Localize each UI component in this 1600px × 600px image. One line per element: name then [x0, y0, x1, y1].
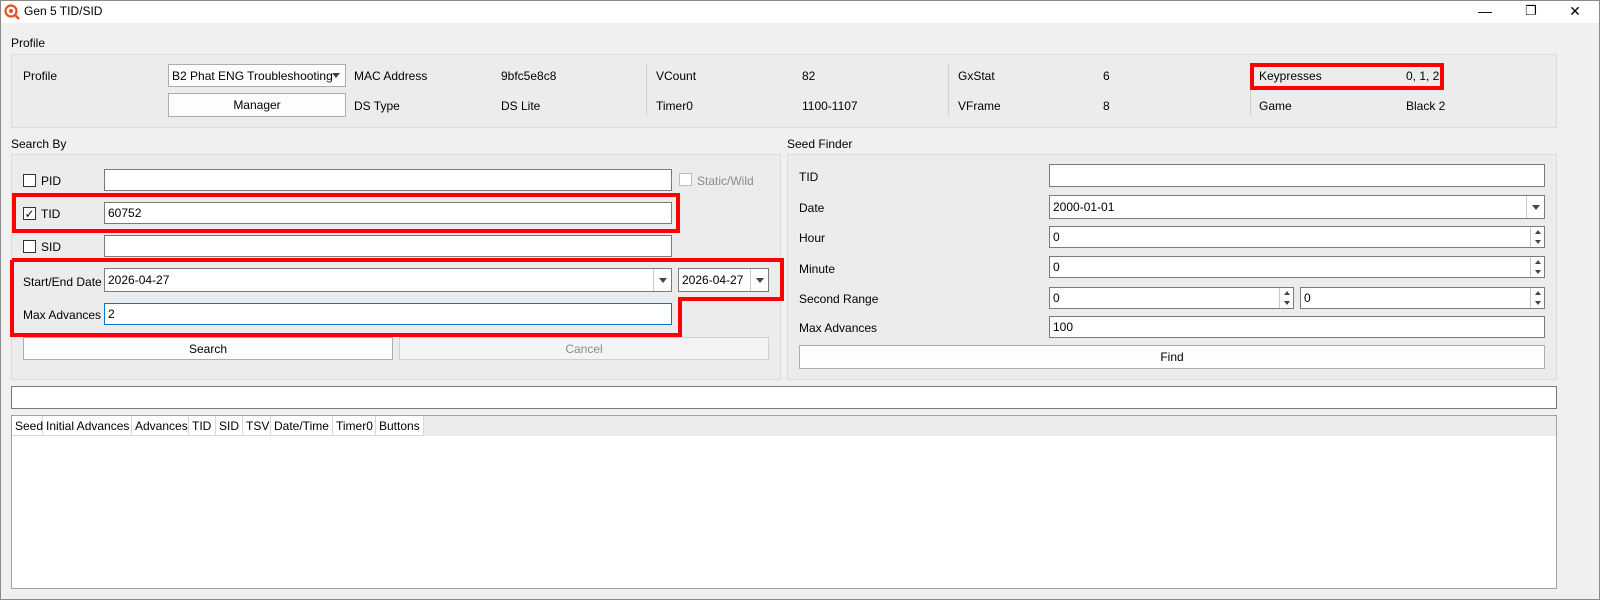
- tid-input[interactable]: 60752: [104, 202, 672, 224]
- separator: [646, 64, 647, 116]
- title-bar: [1, 1, 1599, 23]
- sid-label: SID: [41, 240, 62, 254]
- static-wild-checkbox[interactable]: [679, 173, 692, 186]
- second-range-label: Second Range: [799, 292, 879, 306]
- spin-buttons[interactable]: [1279, 288, 1293, 308]
- check-icon: ✓: [24, 206, 35, 221]
- column-header-initial-advances[interactable]: Initial Advances: [43, 416, 132, 436]
- profile-label: Profile: [23, 69, 58, 83]
- minute-label: Minute: [799, 262, 836, 276]
- separator: [1250, 64, 1251, 116]
- second-from-value: 0: [1053, 291, 1060, 305]
- app-icon: [4, 4, 20, 20]
- game-value: Black 2: [1406, 99, 1446, 113]
- column-header-tsv[interactable]: TSV: [243, 416, 271, 436]
- sid-checkbox[interactable]: [23, 240, 36, 253]
- results-table[interactable]: [11, 415, 1557, 589]
- static-wild-label: Static/Wild: [697, 174, 754, 188]
- manager-button[interactable]: Manager: [168, 93, 346, 117]
- column-header-buttons[interactable]: Buttons: [376, 416, 424, 436]
- mac-address-label: MAC Address: [354, 69, 428, 83]
- seed-tid-input[interactable]: [1049, 164, 1545, 187]
- timer0-value: 1100-1107: [802, 99, 858, 113]
- restore-button[interactable]: ❐: [1508, 0, 1554, 22]
- column-header-date-time[interactable]: Date/Time: [271, 416, 333, 436]
- minute-spinbox[interactable]: 0: [1049, 256, 1545, 278]
- profile-group-title: Profile: [11, 36, 46, 50]
- gxstat-value: 6: [1103, 69, 1110, 83]
- profile-combobox[interactable]: B2 Phat ENG Troubleshooting: [168, 64, 346, 87]
- seed-date-value: 2000-01-01: [1053, 200, 1115, 214]
- seed-finder-group-title: Seed Finder: [787, 137, 853, 151]
- search-by-group-title: Search By: [11, 137, 67, 151]
- profile-combobox-value: B2 Phat ENG Troubleshooting: [172, 68, 333, 83]
- ds-type-value: DS Lite: [501, 99, 541, 113]
- minimize-button[interactable]: —: [1462, 0, 1508, 22]
- tid-label: TID: [41, 207, 61, 221]
- second-from-spinbox[interactable]: 0: [1049, 287, 1294, 309]
- spin-buttons[interactable]: [1530, 257, 1544, 277]
- pid-checkbox[interactable]: [23, 174, 36, 187]
- keypresses-value: 0, 1, 2: [1406, 69, 1440, 83]
- window-title: Gen 5 TID/SID: [24, 4, 103, 18]
- cancel-button[interactable]: Cancel: [399, 337, 769, 360]
- timer0-label: Timer0: [656, 99, 693, 113]
- hour-label: Hour: [799, 231, 826, 245]
- mac-address-value: 9bfc5e8c8: [501, 69, 557, 83]
- gxstat-label: GxStat: [958, 69, 995, 83]
- seed-max-advances-input[interactable]: 100: [1049, 316, 1545, 338]
- spin-buttons[interactable]: [1530, 288, 1544, 308]
- hour-spinbox[interactable]: 0: [1049, 226, 1545, 248]
- filter-input[interactable]: [11, 386, 1557, 409]
- chevron-down-icon: [327, 65, 345, 86]
- spin-buttons[interactable]: [1530, 227, 1544, 247]
- chevron-down-icon[interactable]: [1526, 196, 1544, 218]
- seed-tid-label: TID: [799, 170, 819, 184]
- second-to-value: 0: [1304, 291, 1311, 305]
- highlight-date-advances: [10, 258, 784, 337]
- vframe-value: 8: [1103, 99, 1110, 113]
- column-header-tid[interactable]: TID: [189, 416, 216, 436]
- hour-value: 0: [1053, 230, 1060, 244]
- vcount-value: 82: [802, 69, 816, 83]
- close-button[interactable]: ✕: [1552, 0, 1598, 22]
- seed-date-label: Date: [799, 201, 825, 215]
- pid-label: PID: [41, 174, 62, 188]
- keypresses-label: Keypresses: [1259, 69, 1322, 83]
- tid-checkbox[interactable]: ✓: [23, 207, 36, 220]
- find-button[interactable]: Find: [799, 345, 1545, 369]
- pid-input[interactable]: [104, 169, 672, 191]
- vcount-label: VCount: [656, 69, 697, 83]
- game-label: Game: [1259, 99, 1292, 113]
- sid-input[interactable]: [104, 235, 672, 257]
- column-header-seed[interactable]: Seed: [12, 416, 43, 436]
- vframe-label: VFrame: [958, 99, 1001, 113]
- ds-type-label: DS Type: [354, 99, 400, 113]
- column-header-timer0[interactable]: Timer0: [333, 416, 376, 436]
- seed-date-picker[interactable]: 2000-01-01: [1049, 195, 1545, 219]
- minute-value: 0: [1053, 260, 1060, 274]
- separator: [948, 64, 949, 116]
- search-button[interactable]: Search: [23, 337, 393, 360]
- column-header-sid[interactable]: SID: [216, 416, 243, 436]
- seed-max-advances-label: Max Advances: [799, 321, 878, 335]
- column-header-advances[interactable]: Advances: [132, 416, 189, 436]
- second-to-spinbox[interactable]: 0: [1300, 287, 1545, 309]
